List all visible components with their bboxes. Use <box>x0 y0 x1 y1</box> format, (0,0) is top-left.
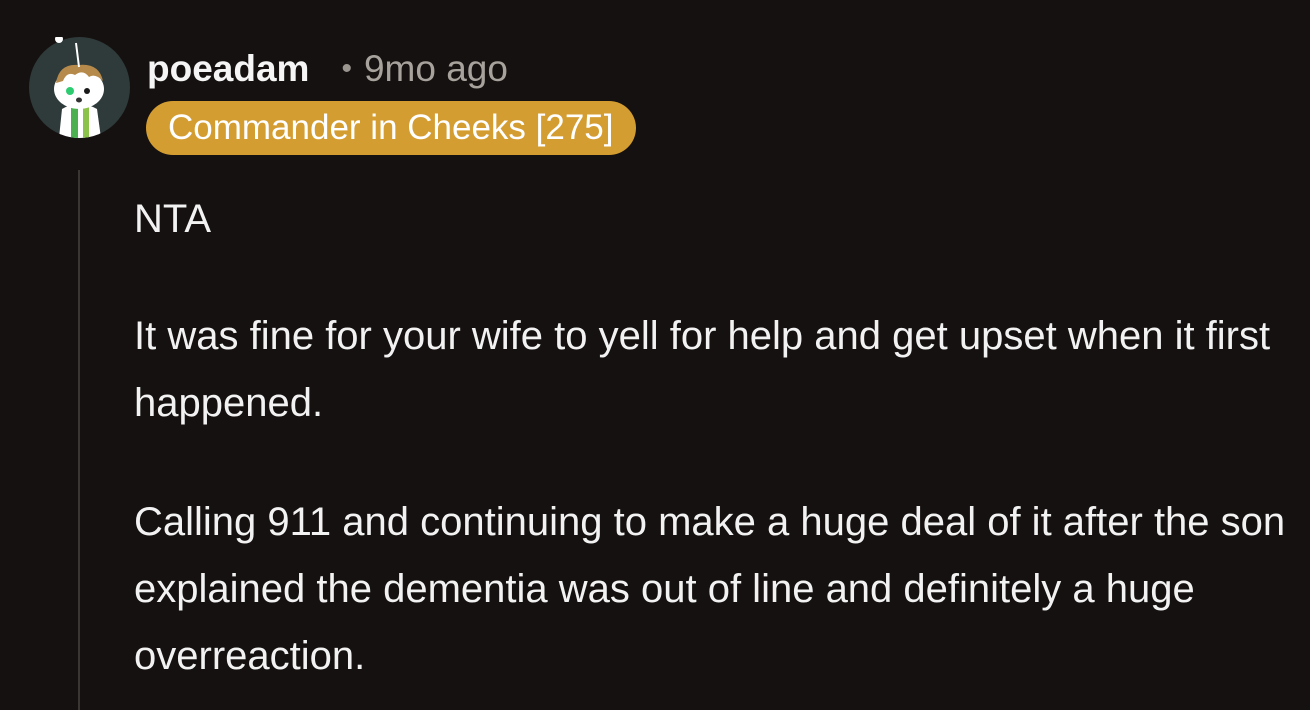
author-username[interactable]: poeadam <box>147 48 309 90</box>
thread-collapse-line[interactable] <box>78 170 80 710</box>
comment-body: NTA It was fine for your wife to yell fo… <box>134 186 1294 690</box>
snoo-avatar-icon <box>29 35 130 138</box>
user-avatar[interactable] <box>29 35 130 138</box>
comment: poeadam • 9mo ago Commander in Cheeks [2… <box>0 0 1310 710</box>
comment-paragraph: Calling 911 and continuing to make a hug… <box>134 500 1286 678</box>
user-flair-badge[interactable]: Commander in Cheeks [275] <box>146 101 636 155</box>
comment-paragraph: NTA <box>134 197 212 241</box>
comment-paragraph: It was fine for your wife to yell for he… <box>134 314 1271 425</box>
comment-meta: poeadam • 9mo ago <box>147 46 508 92</box>
meta-separator: • <box>341 52 352 85</box>
comment-timestamp[interactable]: 9mo ago <box>364 48 508 90</box>
